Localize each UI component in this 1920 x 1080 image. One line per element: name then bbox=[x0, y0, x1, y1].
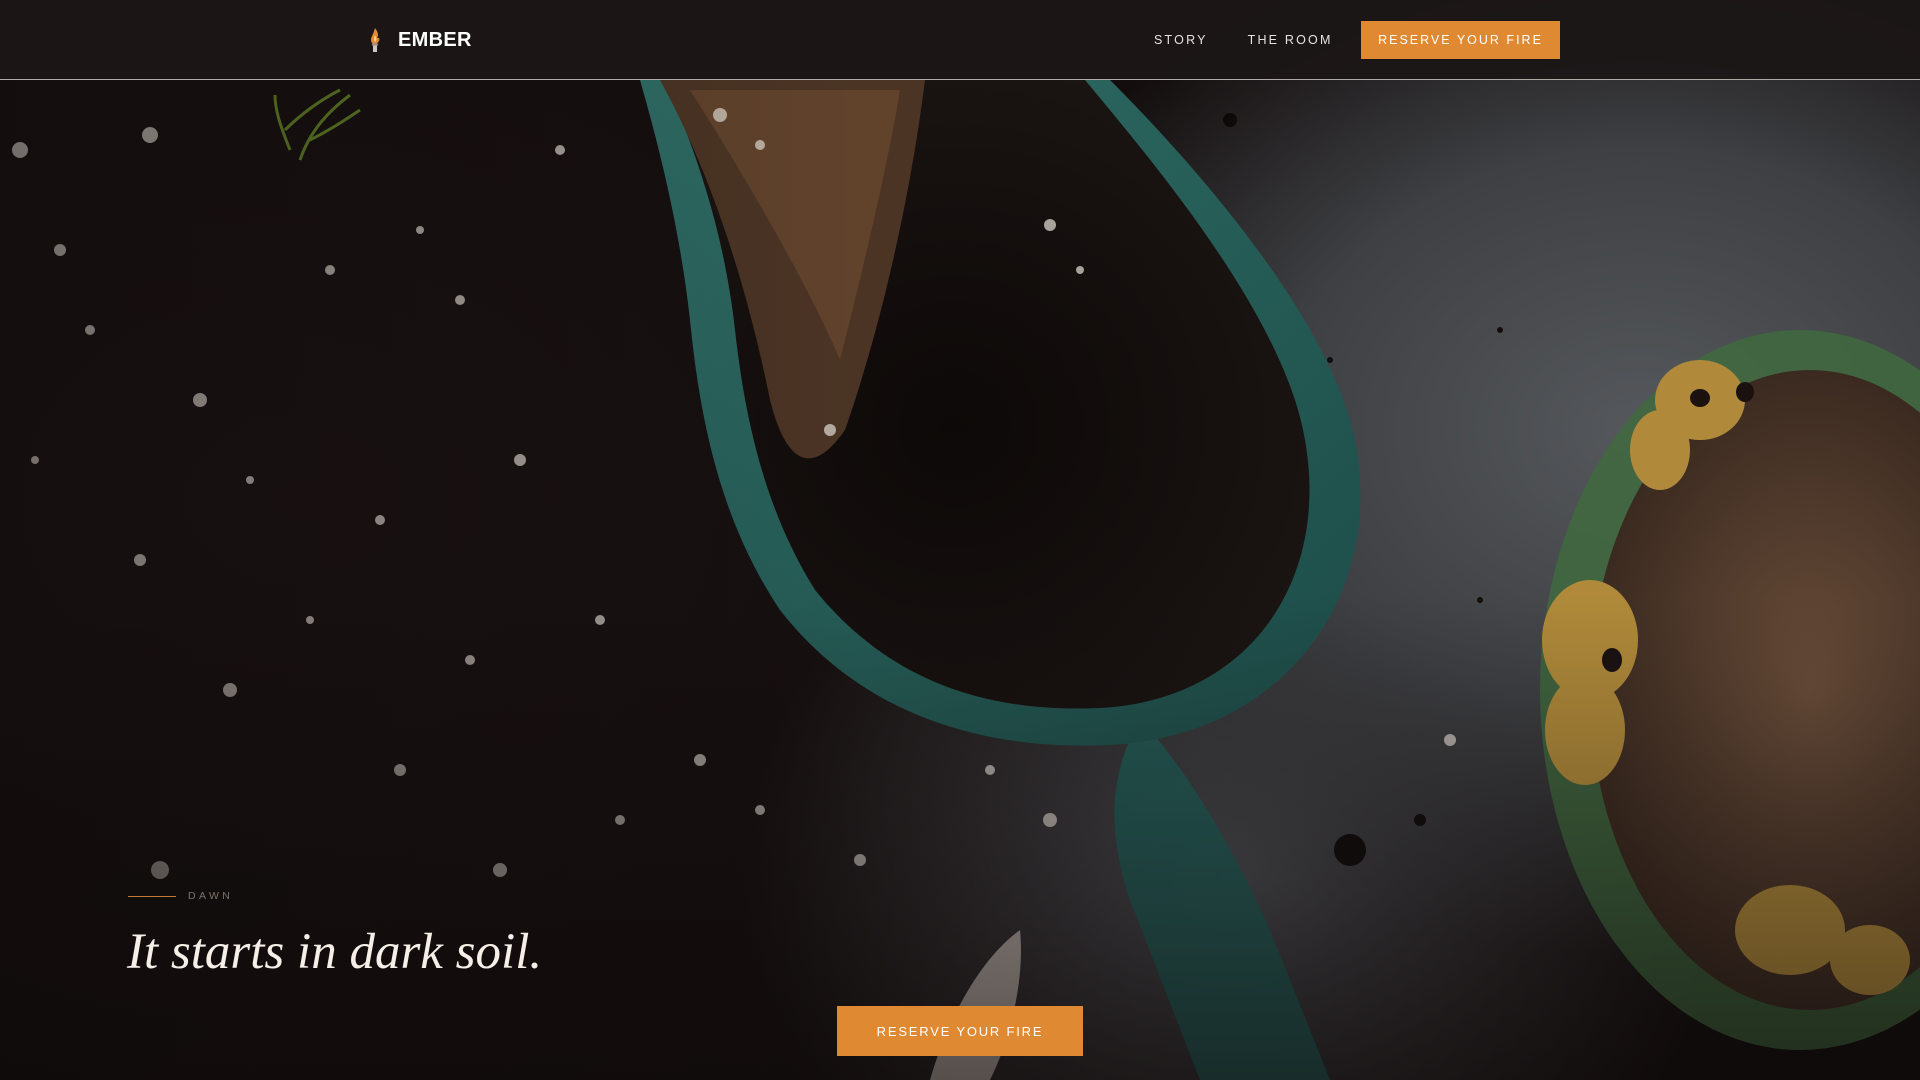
nav-links: STORY THE ROOM bbox=[1154, 0, 1373, 80]
hero-headline: It starts in dark soil. bbox=[127, 924, 543, 980]
eyebrow-divider bbox=[128, 895, 176, 897]
eyebrow-label: DAWN bbox=[188, 890, 234, 902]
brand-logo-link[interactable]: EMBER bbox=[366, 24, 472, 56]
hero-background-image bbox=[0, 0, 1920, 1080]
nav-link-story[interactable]: STORY bbox=[1154, 33, 1208, 47]
brand-name: EMBER bbox=[398, 28, 472, 51]
nav-reserve-button[interactable]: RESERVE YOUR FIRE bbox=[1361, 21, 1560, 59]
flame-torch-icon bbox=[371, 28, 380, 52]
page: EMBER STORY THE ROOM RESERVE YOUR FIRE D… bbox=[0, 0, 1920, 1080]
top-nav: EMBER STORY THE ROOM RESERVE YOUR FIRE bbox=[0, 0, 1920, 80]
hero-eyebrow: DAWN bbox=[128, 890, 233, 902]
hero-reserve-button[interactable]: RESERVE YOUR FIRE bbox=[837, 1006, 1083, 1056]
nav-link-the-room[interactable]: THE ROOM bbox=[1248, 33, 1333, 47]
hero-overlay bbox=[0, 0, 1920, 1080]
